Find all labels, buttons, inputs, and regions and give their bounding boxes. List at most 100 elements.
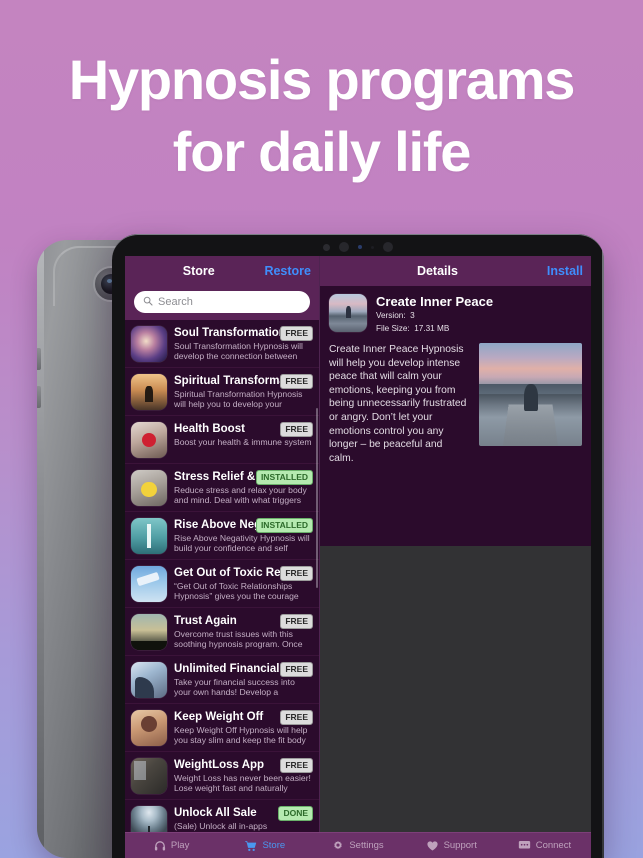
- store-list-item[interactable]: Stress Relief & An Reduce stress and rela…: [125, 464, 319, 512]
- store-pane: Store Restore Search Soul Transformation…: [125, 256, 320, 832]
- app-status-badge[interactable]: FREE: [280, 566, 313, 581]
- volume-up-button[interactable]: [37, 348, 41, 370]
- chat-icon: [518, 840, 531, 851]
- device-edge-highlight: [37, 240, 44, 858]
- details-body-row: Create Inner Peace Hypnosis will help yo…: [329, 343, 582, 465]
- app-icon: [131, 518, 167, 554]
- store-list-item[interactable]: Rise Above Nega Rise Above Negativity Hyp…: [125, 512, 319, 560]
- tab-support[interactable]: Support: [405, 840, 498, 852]
- app-icon: [131, 662, 167, 698]
- app-status-badge[interactable]: FREE: [280, 662, 313, 677]
- app-status-badge[interactable]: FREE: [280, 710, 313, 725]
- app-description: Spiritual Transformation Hypnosis will h…: [174, 389, 303, 410]
- app-description: Soul Transformation Hypnosis will develo…: [174, 341, 303, 362]
- tab-label: Store: [262, 840, 286, 851]
- details-content: Create Inner Peace Version: 3 File Size:…: [320, 286, 591, 546]
- app-status-badge[interactable]: FREE: [280, 374, 313, 389]
- front-sensor-cluster: [323, 242, 393, 252]
- front-camera-icon: [339, 242, 349, 252]
- store-list-item[interactable]: Get Out of Toxic Relat “Get Out of Toxic …: [125, 560, 319, 608]
- app-status-badge[interactable]: DONE: [278, 806, 313, 821]
- app-status-badge[interactable]: INSTALLED: [255, 470, 313, 485]
- tablet-front-device: Store Restore Search Soul Transformation…: [112, 234, 604, 858]
- app-description: Take your financial success into your ow…: [174, 677, 295, 698]
- proximity-sensor-icon: [371, 245, 374, 249]
- search-bar-container: Search: [125, 286, 319, 320]
- tab-label: Settings: [349, 840, 384, 851]
- app-description: Overcome trust issues with this soothing…: [174, 629, 303, 650]
- store-list-item[interactable]: Unlimited Financial S Take your financial…: [125, 656, 319, 704]
- details-pane: Details Install Create Inner Peace Versi…: [320, 256, 591, 832]
- search-input[interactable]: Search: [134, 291, 310, 313]
- details-version-row: Version: 3: [376, 311, 493, 322]
- store-list-item[interactable]: Trust Again Overcome trust issues with th…: [125, 608, 319, 656]
- app-artwork-icon: [131, 422, 167, 458]
- app-icon: [131, 374, 167, 410]
- tab-label: Support: [443, 840, 477, 851]
- sensor-dot-icon: [323, 243, 330, 251]
- app-artwork-icon: [131, 374, 167, 410]
- details-empty-area: [320, 546, 591, 832]
- app-artwork-icon: [131, 614, 167, 650]
- filesize-value: 17.31 MB: [414, 323, 450, 333]
- screenshot-figure: [524, 384, 538, 411]
- store-app-list[interactable]: Soul Transformation Soul Transformation H…: [125, 320, 319, 832]
- tab-store[interactable]: Store: [218, 840, 311, 852]
- app-description: (Sale) Unlock all in-apps permanently to…: [174, 821, 268, 832]
- store-list-item[interactable]: Soul Transformation Soul Transformation H…: [125, 320, 319, 368]
- volume-down-button[interactable]: [37, 386, 41, 408]
- tab-label: Connect: [535, 840, 572, 851]
- filesize-label: File Size:: [376, 323, 410, 333]
- store-list-item[interactable]: Unlock All Sale (Sale) Unlock all in-apps…: [125, 800, 319, 832]
- screenshot-artwork: [479, 343, 582, 446]
- store-list-item[interactable]: Keep Weight Off Keep Weight Off Hypnosis …: [125, 704, 319, 752]
- tab-connect[interactable]: Connect: [498, 840, 591, 851]
- app-icon: [131, 614, 167, 650]
- store-list-item[interactable]: Spiritual Transformati Spiritual Transfor…: [125, 368, 319, 416]
- cart-icon: [244, 840, 257, 852]
- heart-icon: [426, 840, 439, 852]
- tab-play[interactable]: Play: [125, 840, 218, 852]
- app-artwork-icon: [131, 326, 167, 362]
- app-artwork-icon: [131, 758, 167, 794]
- version-label: Version:: [376, 311, 406, 320]
- bottom-tab-bar: Play Store Settings Support Connect: [125, 832, 591, 858]
- app-status-badge[interactable]: FREE: [280, 614, 313, 629]
- split-view: Store Restore Search Soul Transformation…: [125, 256, 591, 832]
- app-status-badge[interactable]: FREE: [280, 326, 313, 341]
- app-status-badge[interactable]: INSTALLED: [255, 518, 313, 533]
- store-list-item[interactable]: Health Boost Boost your health & immune s…: [125, 416, 319, 464]
- app-icon: [131, 422, 167, 458]
- details-navbar: Details Install: [320, 256, 591, 286]
- app-icon: [131, 758, 167, 794]
- search-placeholder: Search: [158, 296, 193, 308]
- details-screenshot[interactable]: [479, 343, 582, 446]
- page-title: Hypnosis programs for daily life: [0, 44, 643, 187]
- app-icon: [131, 806, 167, 832]
- details-app-icon: [329, 294, 367, 332]
- details-nav-title: Details: [416, 264, 458, 278]
- page-title-line-2: for daily life: [172, 119, 472, 183]
- tab-label: Play: [170, 840, 190, 851]
- version-value: 3: [410, 311, 415, 320]
- app-artwork-icon: [131, 566, 167, 602]
- details-header: Create Inner Peace Version: 3 File Size:…: [329, 294, 582, 334]
- install-button[interactable]: Install: [547, 264, 583, 278]
- app-description: Reduce stress and relax your body and mi…: [174, 485, 307, 506]
- restore-button[interactable]: Restore: [264, 264, 311, 278]
- app-status-badge[interactable]: FREE: [280, 758, 313, 773]
- app-description: “Get Out of Toxic Relationships Hypnosis…: [174, 581, 299, 602]
- app-icon: [131, 710, 167, 746]
- search-icon: [143, 293, 153, 311]
- tab-settings[interactable]: Settings: [311, 840, 404, 852]
- details-app-title: Create Inner Peace: [376, 294, 494, 309]
- details-description: Create Inner Peace Hypnosis will help yo…: [329, 344, 467, 464]
- app-screen: Store Restore Search Soul Transformation…: [125, 256, 591, 858]
- app-status-badge[interactable]: FREE: [280, 422, 313, 437]
- list-scrollbar[interactable]: [316, 408, 318, 588]
- inner-peace-artwork-icon: [329, 294, 367, 332]
- bezel-right-edge: [602, 240, 604, 858]
- app-artwork-icon: [131, 518, 167, 554]
- details-header-text: Create Inner Peace Version: 3 File Size:…: [376, 294, 493, 334]
- store-list-item[interactable]: WeightLoss App Weight Loss has never been…: [125, 752, 319, 800]
